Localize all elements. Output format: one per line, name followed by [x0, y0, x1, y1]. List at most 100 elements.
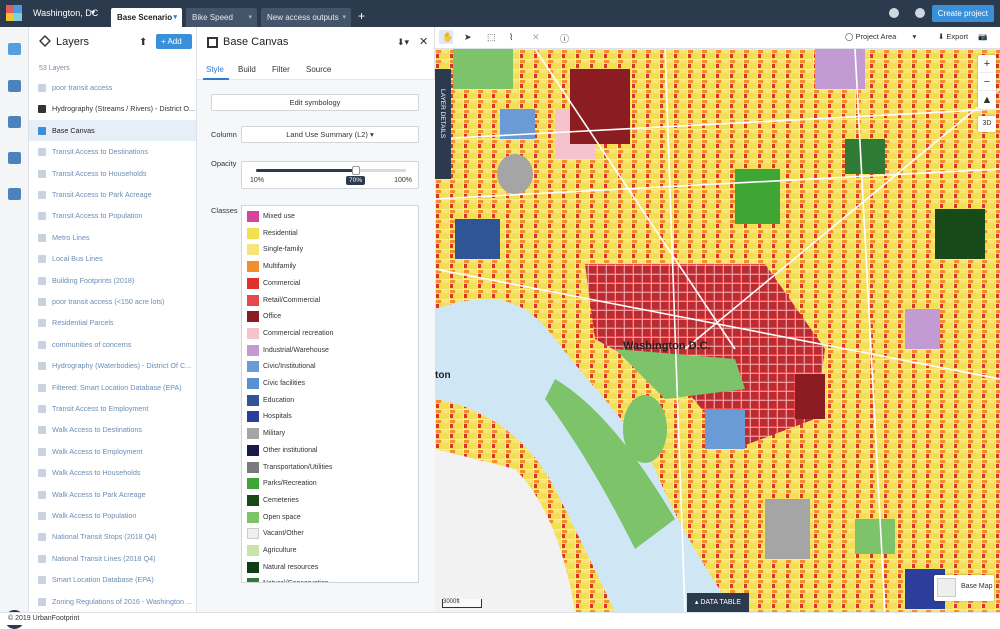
bar-chart-icon[interactable]: [8, 116, 21, 128]
class-swatch[interactable]: [247, 494, 259, 506]
layer-item[interactable]: Walk Access to Park Acreage: [29, 484, 196, 505]
data-table-button[interactable]: ▴ DATA TABLE: [687, 593, 749, 612]
class-swatch[interactable]: [247, 528, 259, 540]
opacity-slider[interactable]: 10% 70% 100%: [241, 161, 419, 189]
layer-item[interactable]: Building Footprints (2018): [29, 270, 196, 291]
map-icon[interactable]: [8, 43, 21, 55]
class-swatch[interactable]: [247, 444, 259, 456]
add-layer-button[interactable]: + Add: [156, 34, 192, 49]
layer-details-toggle[interactable]: LAYER DETAILS: [435, 69, 451, 179]
tab-build[interactable]: Build: [238, 65, 256, 74]
edit-symbology-button[interactable]: Edit symbology: [211, 94, 419, 111]
project-selector[interactable]: Washington, DC: [33, 8, 98, 18]
tab-new-access-outputs[interactable]: New access outputs ▾: [261, 8, 351, 27]
hand-icon[interactable]: ✋: [442, 32, 453, 43]
project-area-select[interactable]: ◯ Project Area ▾: [845, 32, 916, 41]
slider-thumb[interactable]: [352, 166, 360, 175]
box-select-icon[interactable]: ⬚: [487, 32, 496, 43]
table-icon[interactable]: [8, 152, 21, 164]
class-swatch[interactable]: [247, 344, 259, 356]
chevron-down-icon[interactable]: ▾: [173, 13, 177, 21]
layer-item[interactable]: National Transit Stops (2018 Q4): [29, 526, 196, 547]
layer-item[interactable]: Walk Access to Employment: [29, 441, 196, 462]
layer-item[interactable]: Base Canvas: [29, 119, 196, 141]
layer-icon: [38, 490, 46, 499]
layer-item[interactable]: Transit Access to Employment: [29, 398, 196, 419]
layer-item[interactable]: Filtered: Smart Location Database (EPA): [29, 377, 196, 398]
polygon-select-icon[interactable]: ⌇: [509, 32, 513, 43]
zoom-in-button[interactable]: +: [978, 55, 996, 73]
class-swatch[interactable]: [247, 578, 259, 582]
class-swatch[interactable]: [247, 277, 259, 289]
classes-list: Mixed use Residential Single-family Multifa…: [241, 205, 419, 583]
class-swatch[interactable]: [247, 461, 259, 473]
layer-item[interactable]: Local Bus Lines: [29, 248, 196, 269]
export-button[interactable]: ⬇ Export 📷: [938, 32, 988, 41]
tab-style[interactable]: Style: [206, 65, 224, 74]
download-icon[interactable]: ⬇▾: [397, 37, 409, 48]
compass-icon[interactable]: ▲: [978, 91, 996, 109]
map-canvas[interactable]: LAYER DETAILS + − ▲ 3D Washington D.C. t…: [435, 49, 1000, 612]
class-swatch[interactable]: [247, 244, 259, 256]
class-swatch[interactable]: [247, 561, 259, 573]
tab-filter[interactable]: Filter: [272, 65, 290, 74]
class-swatch[interactable]: [247, 511, 259, 523]
chevron-down-icon[interactable]: ▾: [91, 8, 95, 17]
layer-item[interactable]: communities of concerns: [29, 334, 196, 355]
column-select[interactable]: Land Use Summary (L2) ▾: [241, 126, 419, 143]
folder-edit-icon[interactable]: [8, 188, 21, 200]
close-icon[interactable]: ✕: [419, 35, 428, 48]
opacity-value: 70%: [346, 176, 366, 185]
camera-icon[interactable]: 📷: [978, 32, 987, 41]
panel-title: Base Canvas: [223, 36, 289, 48]
chevron-down-icon[interactable]: ▾: [342, 13, 346, 21]
layer-item[interactable]: Transit Access to Park Acreage: [29, 184, 196, 205]
class-swatch[interactable]: [247, 311, 259, 323]
layer-item[interactable]: poor transit access: [29, 77, 196, 98]
tab-bike-speed[interactable]: Bike Speed ▾: [186, 8, 257, 27]
layer-item[interactable]: Smart Location Database (EPA): [29, 569, 196, 590]
layer-item[interactable]: Zoning Regulations of 2016 - Washington …: [29, 591, 196, 612]
base-map-button[interactable]: Base Map: [934, 575, 994, 601]
tab-base-scenario[interactable]: Base Scenario ▾: [111, 8, 182, 27]
layer-item[interactable]: Hydrography (Waterbodies) - District Of …: [29, 355, 196, 376]
class-swatch[interactable]: [247, 478, 259, 490]
layer-item[interactable]: Transit Access to Population: [29, 205, 196, 226]
layer-item[interactable]: Transit Access to Destinations: [29, 141, 196, 162]
layer-item[interactable]: Residential Parcels: [29, 312, 196, 333]
user-icon[interactable]: [915, 8, 925, 18]
layer-item[interactable]: Walk Access to Destinations: [29, 419, 196, 440]
class-swatch[interactable]: [247, 361, 259, 373]
class-swatch[interactable]: [247, 261, 259, 273]
upload-icon[interactable]: ⬆: [139, 37, 147, 48]
layer-item[interactable]: Metro Lines: [29, 227, 196, 248]
class-swatch[interactable]: [247, 227, 259, 239]
layer-item[interactable]: Walk Access to Population: [29, 505, 196, 526]
add-tab-button[interactable]: +: [358, 9, 365, 23]
class-swatch[interactable]: [247, 327, 259, 339]
class-swatch[interactable]: [247, 545, 259, 556]
chevron-down-icon[interactable]: ▾: [248, 13, 252, 21]
layer-item[interactable]: Hydrography (Streams / Rivers) - Distric…: [29, 98, 196, 119]
layer-item[interactable]: National Transit Lines (2018 Q4): [29, 548, 196, 569]
tab-source[interactable]: Source: [306, 65, 331, 74]
class-swatch[interactable]: [247, 394, 259, 406]
clear-selection-icon[interactable]: ✕: [532, 32, 540, 43]
app-logo-icon[interactable]: [6, 5, 22, 21]
class-swatch[interactable]: [247, 411, 259, 423]
class-swatch[interactable]: [247, 294, 259, 306]
zoom-out-button[interactable]: −: [978, 73, 996, 91]
create-project-button[interactable]: Create project: [931, 5, 994, 22]
help-icon[interactable]: [889, 8, 899, 18]
toggle-3d-button[interactable]: 3D: [978, 116, 996, 132]
layer-item[interactable]: Transit Access to Households: [29, 163, 196, 184]
pointer-icon[interactable]: ➤: [464, 32, 472, 43]
class-swatch[interactable]: [247, 211, 259, 222]
slider-track[interactable]: [256, 166, 406, 175]
class-swatch[interactable]: [247, 378, 259, 389]
building-icon[interactable]: [8, 80, 21, 92]
class-swatch[interactable]: [247, 428, 259, 440]
layer-item[interactable]: poor transit access (<150 acre lots): [29, 291, 196, 312]
info-icon[interactable]: ⓘ: [560, 32, 569, 45]
layer-item[interactable]: Walk Access to Households: [29, 462, 196, 483]
